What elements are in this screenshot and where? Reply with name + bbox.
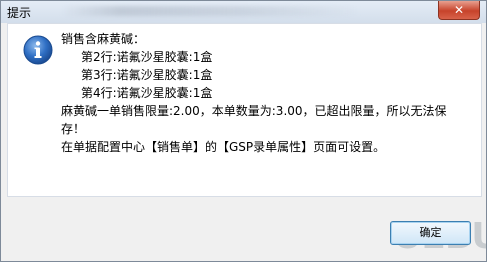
message-line: 销售含麻黄碱： <box>61 32 146 46</box>
ok-button[interactable]: 确定 <box>390 221 471 245</box>
title-blur-region <box>61 6 361 16</box>
message-line: 第3行:诺氟沙星胶囊:1盒 <box>81 68 213 82</box>
title-bar[interactable]: 提示 ✕ <box>1 1 486 23</box>
information-icon <box>23 35 53 65</box>
message-line: 在单据配置中心【销售单】的【GSP录单属性】页面可设置。 <box>61 140 386 154</box>
message-line: 第4行:诺氟沙星胶囊:1盒 <box>81 86 213 100</box>
message-dialog: 提示 ✕ 销售含麻黄碱： 第2行:诺氟沙星胶囊:1盒 第3行:诺氟沙星胶囊:1盒… <box>0 0 487 262</box>
message-line: 麻黄碱一单销售限量:2.00，本单数量为:3.00，已超出限量，所以无法保存！ <box>61 104 447 136</box>
dialog-title: 提示 <box>7 6 32 20</box>
message-text: 销售含麻黄碱： 第2行:诺氟沙星胶囊:1盒 第3行:诺氟沙星胶囊:1盒 第4行:… <box>61 30 461 156</box>
close-button[interactable]: ✕ <box>438 1 480 20</box>
message-line: 第2行:诺氟沙星胶囊:1盒 <box>81 50 213 64</box>
